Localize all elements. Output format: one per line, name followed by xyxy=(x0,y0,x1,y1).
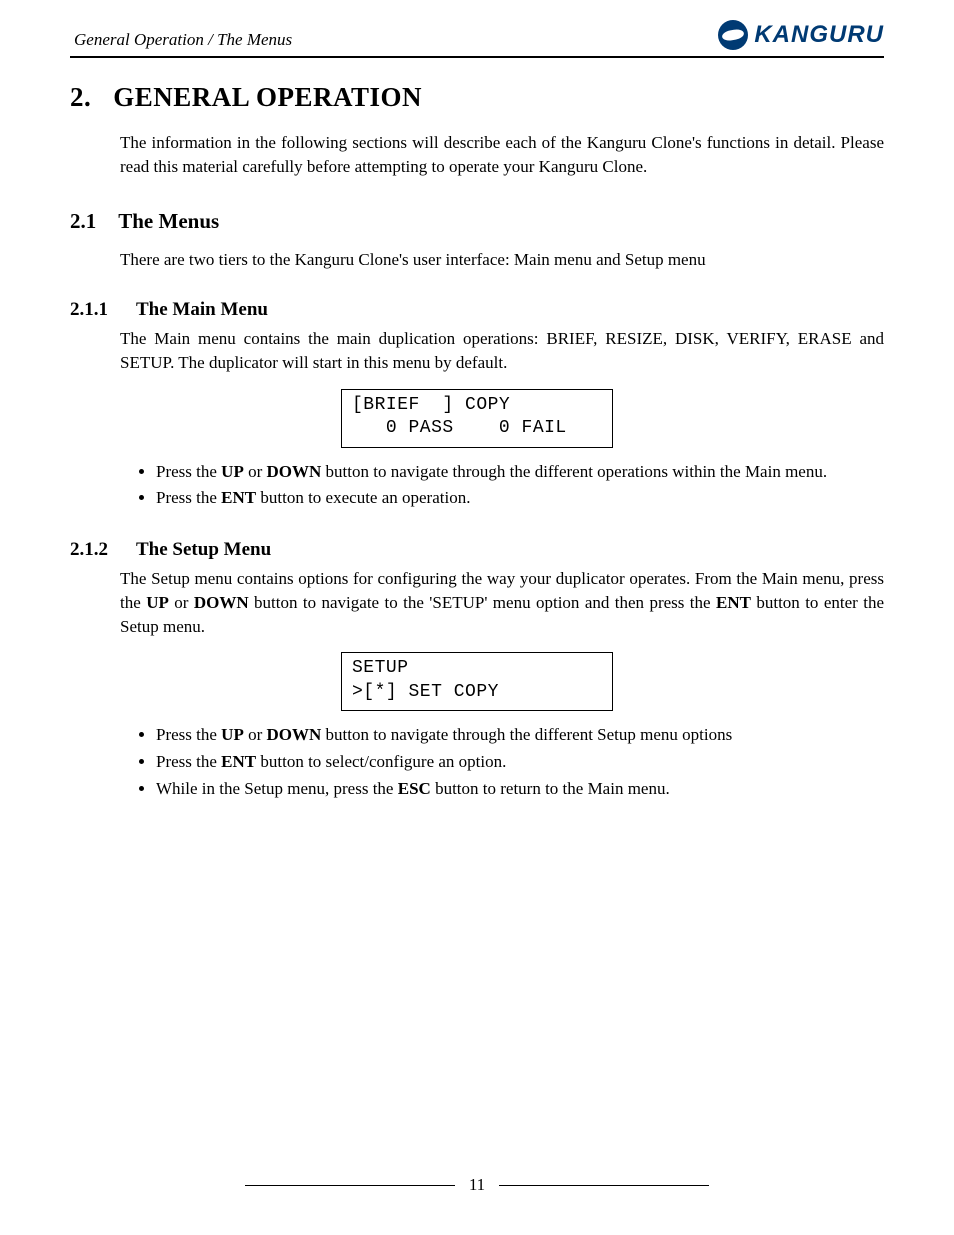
key-label-up: UP xyxy=(146,593,169,612)
text-fragment: or xyxy=(244,725,267,744)
heading-2-1-1-number: 2.1.1 xyxy=(70,299,108,320)
list-item: Press the ENT button to select/configure… xyxy=(156,750,884,775)
key-label-ent: ENT xyxy=(221,752,256,771)
page-footer: 11 xyxy=(70,1175,884,1195)
heading-2-1-1: 2.1.1 The Main Menu xyxy=(70,299,884,321)
key-label-ent: ENT xyxy=(716,593,751,612)
list-item: Press the ENT button to execute an opera… xyxy=(156,486,884,511)
heading-2-1-text: The Menus xyxy=(118,209,219,233)
page-number: 11 xyxy=(469,1175,485,1195)
page-header: General Operation / The Menus KANGURU xyxy=(70,20,884,52)
list-item: Press the UP or DOWN button to navigate … xyxy=(156,460,884,485)
list-item: While in the Setup menu, press the ESC b… xyxy=(156,777,884,802)
heading-2-1: 2.1 The Menus xyxy=(70,209,884,234)
intro-paragraph: The information in the following section… xyxy=(120,131,884,179)
key-label-up: UP xyxy=(221,462,244,481)
lcd-display-setup-menu: SETUP >[*] SET COPY xyxy=(341,652,613,711)
text-fragment: button to return to the Main menu. xyxy=(431,779,670,798)
paragraph-2-1: There are two tiers to the Kanguru Clone… xyxy=(120,248,884,272)
text-fragment: Press the xyxy=(156,752,221,771)
key-label-ent: ENT xyxy=(221,488,256,507)
text-fragment: button to navigate through the different… xyxy=(321,462,827,481)
lcd-line-2: >[*] SET COPY xyxy=(352,682,499,702)
text-fragment: or xyxy=(244,462,267,481)
key-label-up: UP xyxy=(221,725,244,744)
text-fragment: button to navigate to the 'SETUP' menu o… xyxy=(249,593,716,612)
heading-1: 2. GENERAL OPERATION xyxy=(70,82,884,113)
heading-2-1-1-text: The Main Menu xyxy=(136,299,268,320)
heading-2-1-2-number: 2.1.2 xyxy=(70,539,108,560)
text-fragment: button to select/configure an option. xyxy=(256,752,506,771)
bullets-2-1-1: Press the UP or DOWN button to navigate … xyxy=(136,460,884,511)
text-fragment: button to execute an operation. xyxy=(256,488,470,507)
text-fragment: Press the xyxy=(156,462,221,481)
paragraph-2-1-2: The Setup menu contains options for conf… xyxy=(120,567,884,638)
text-fragment: or xyxy=(169,593,194,612)
list-item: Press the UP or DOWN button to navigate … xyxy=(156,723,884,748)
heading-1-number: 2. xyxy=(70,82,91,112)
heading-1-text: GENERAL OPERATION xyxy=(113,82,422,112)
paragraph-2-1-1: The Main menu contains the main duplicat… xyxy=(120,327,884,375)
heading-2-1-2-text: The Setup Menu xyxy=(136,539,271,560)
lcd-line-1: [BRIEF ] COPY xyxy=(352,395,510,415)
text-fragment: button to navigate through the different… xyxy=(321,725,732,744)
heading-2-1-number: 2.1 xyxy=(70,209,96,233)
text-fragment: While in the Setup menu, press the xyxy=(156,779,398,798)
brand-logo: KANGURU xyxy=(718,20,884,50)
key-label-down: DOWN xyxy=(194,593,249,612)
brand-logo-icon xyxy=(718,20,748,50)
footer-rule-right xyxy=(499,1185,709,1186)
key-label-down: DOWN xyxy=(267,462,322,481)
bullets-2-1-2: Press the UP or DOWN button to navigate … xyxy=(136,723,884,801)
text-fragment: Press the xyxy=(156,725,221,744)
lcd-line-2: 0 PASS 0 FAIL xyxy=(352,418,567,438)
header-breadcrumb: General Operation / The Menus xyxy=(70,30,292,50)
brand-logo-text: KANGURU xyxy=(754,21,884,49)
page: General Operation / The Menus KANGURU 2.… xyxy=(0,0,954,1235)
lcd-line-1: SETUP xyxy=(352,658,409,678)
footer-rule-left xyxy=(245,1185,455,1186)
header-divider xyxy=(70,56,884,58)
key-label-down: DOWN xyxy=(267,725,322,744)
key-label-esc: ESC xyxy=(398,779,431,798)
heading-2-1-2: 2.1.2 The Setup Menu xyxy=(70,539,884,561)
lcd-display-main-menu: [BRIEF ] COPY 0 PASS 0 FAIL xyxy=(341,389,613,448)
text-fragment: Press the xyxy=(156,488,221,507)
